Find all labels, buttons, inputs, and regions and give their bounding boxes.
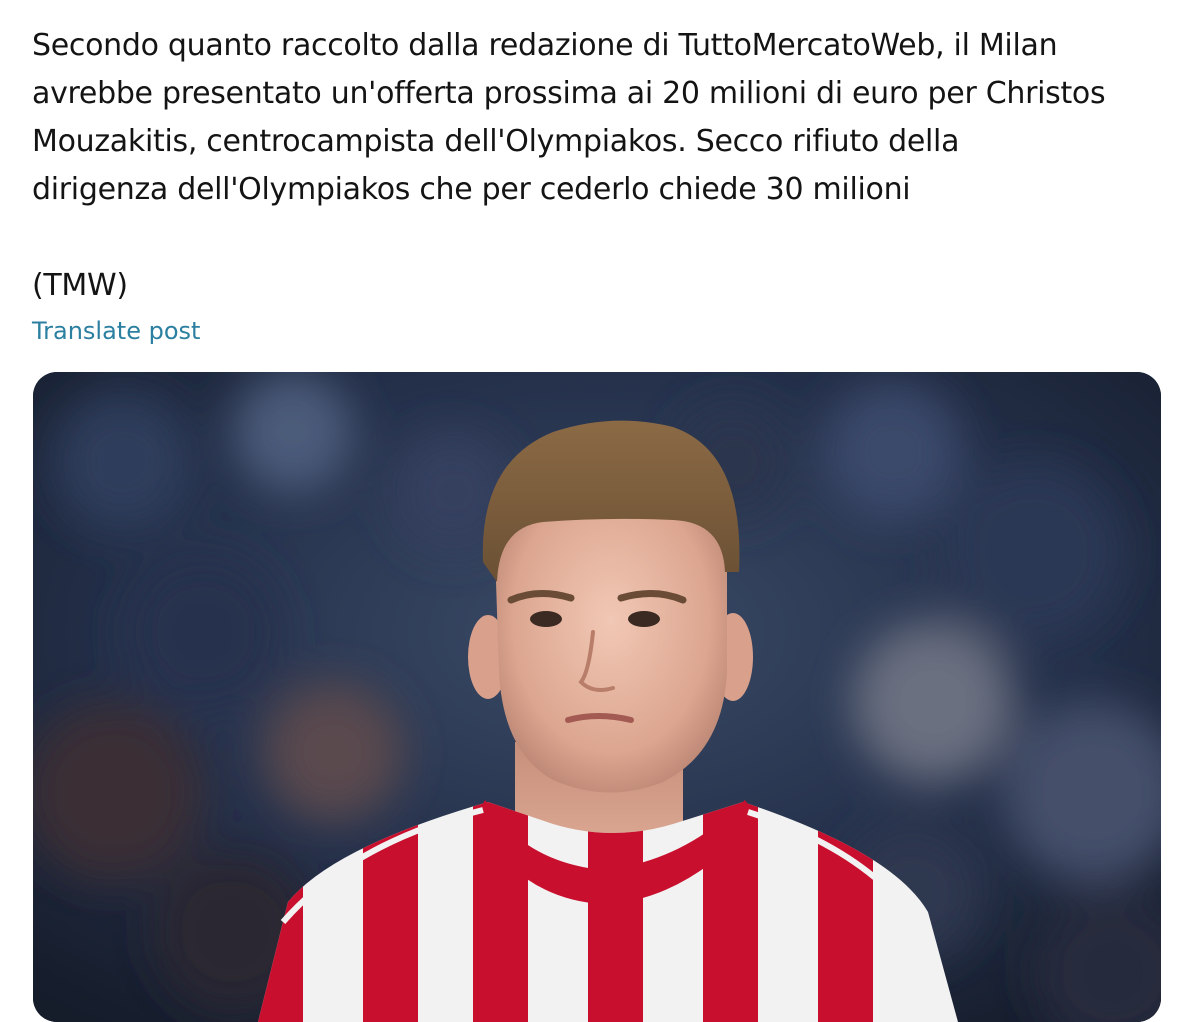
tweet-text: Secondo quanto raccolto dalla redazione …: [32, 22, 1167, 310]
tweet-text-line: Secondo quanto raccolto dalla redazione …: [32, 28, 1058, 63]
right-eye: [628, 611, 660, 627]
tweet-text-line: dirigenza dell'Olympiakos che per cederl…: [32, 172, 911, 207]
left-eye: [530, 611, 562, 627]
translate-post-link[interactable]: Translate post: [32, 313, 200, 349]
player-photo: [33, 372, 1161, 1022]
tweet-text-line: Mouzakitis, centrocampista dell'Olympiak…: [32, 124, 960, 159]
face: [495, 480, 727, 793]
tweet-text-line: avrebbe presentato un'offerta prossima a…: [32, 76, 1106, 111]
tweet-media-photo[interactable]: [33, 372, 1161, 1022]
tweet-source: (TMW): [32, 268, 128, 303]
